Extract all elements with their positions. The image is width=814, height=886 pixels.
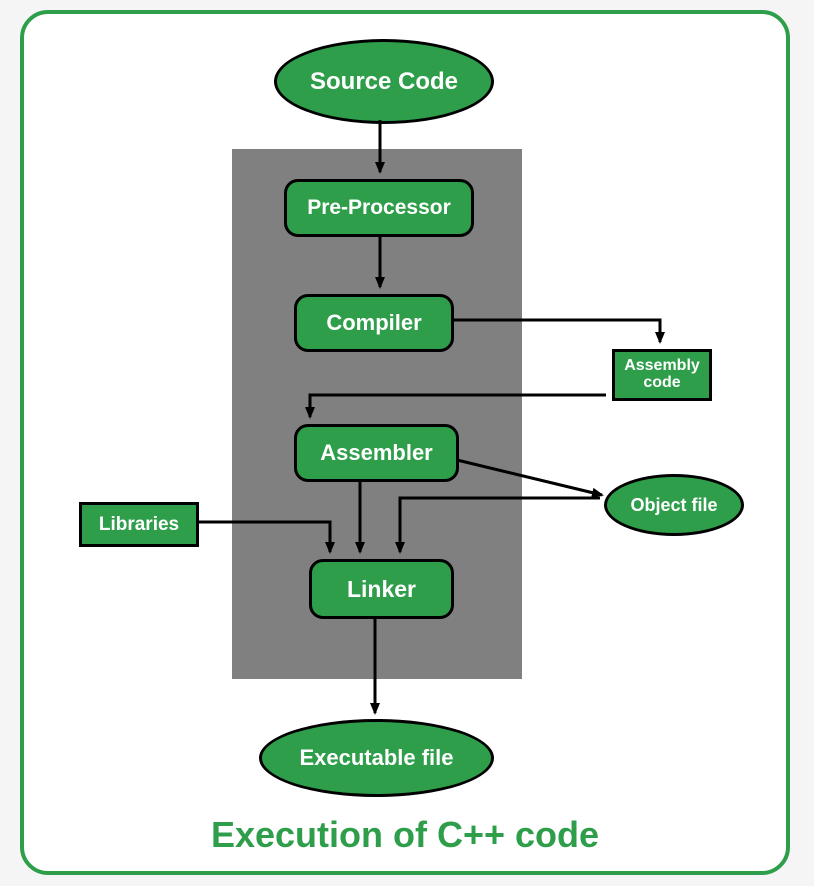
node-libraries: Libraries [79, 502, 199, 547]
node-object-file: Object file [604, 474, 744, 536]
node-preprocessor: Pre-Processor [284, 179, 474, 237]
node-assembler: Assembler [294, 424, 459, 482]
node-compiler: Compiler [294, 294, 454, 352]
node-executable-file: Executable file [259, 719, 494, 797]
diagram-frame: Source Code Pre-Processor Compiler Assem… [20, 10, 790, 875]
node-assembly-code: Assembly code [612, 349, 712, 401]
node-source-code: Source Code [274, 39, 494, 124]
node-linker: Linker [309, 559, 454, 619]
diagram-title: Execution of C++ code [24, 814, 786, 856]
